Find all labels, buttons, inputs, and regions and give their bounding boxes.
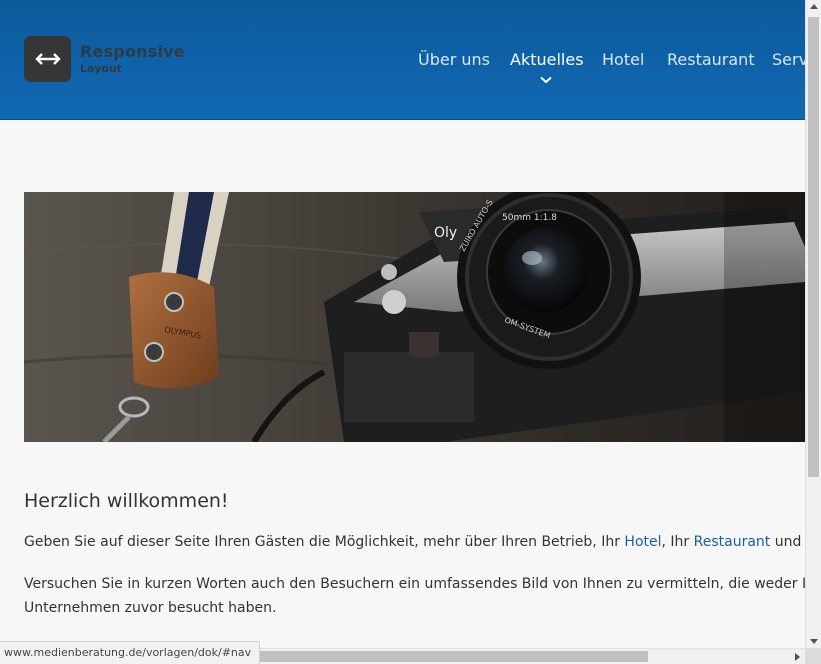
main-content: Herzlich willkommen! Geben Sie auf diese… [24,490,805,616]
svg-text:50mm 1:1.8: 50mm 1:1.8 [502,213,557,223]
scroll-down-arrow-icon[interactable] [810,639,818,644]
status-bar-url: www.medienberatung.de/vorlagen/dok/#nav [0,641,261,664]
restaurant-link[interactable]: Restaurant [694,534,771,550]
page-viewport: Responsive Layout Über uns Aktuelles Hot… [0,0,805,648]
intro-text-3: und Ihren [774,534,805,550]
vertical-scrollbar[interactable] [805,0,821,648]
nav-item-service[interactable]: Serv [772,50,805,69]
chevron-down-icon [540,76,552,84]
page-heading: Herzlich willkommen! [24,490,229,512]
scroll-right-arrow-icon[interactable] [795,653,800,661]
logo-title: Responsive [80,42,185,61]
site-logo[interactable]: Responsive Layout [24,36,185,82]
intro-text-2: , Ihr [661,534,694,550]
vertical-scroll-thumb[interactable] [808,17,819,477]
nav-item-aktuelles[interactable]: Aktuelles [510,50,584,84]
second-paragraph-line-1: Versuchen Sie in kurzen Worten auch den … [24,576,805,592]
nav-item-label: Aktuelles [510,50,584,69]
hotel-link[interactable]: Hotel [624,534,661,550]
second-paragraph-line-2: Unternehmen zuvor besucht haben. [24,600,277,616]
nav-item-restaurant[interactable]: Restaurant [667,50,755,69]
intro-text-1: Geben Sie auf dieser Seite Ihren Gästen … [24,534,625,550]
scrollbar-corner [805,648,821,664]
double-arrow-icon [24,36,71,82]
horizontal-scroll-thumb[interactable] [200,651,648,662]
nav-item-ueber-uns[interactable]: Über uns [418,50,490,69]
svg-text:Oly: Oly [434,225,457,241]
intro-paragraph: Geben Sie auf dieser Seite Ihren Gästen … [24,534,805,550]
site-header: Responsive Layout Über uns Aktuelles Hot… [0,0,805,120]
scroll-up-arrow-icon[interactable] [810,4,818,9]
hero-image: OLYMPUS Oly 50mm 1:1.8 ZUIKO AUTO-S OM-S… [24,192,805,442]
nav-item-hotel[interactable]: Hotel [602,50,644,69]
second-paragraph: Versuchen Sie in kurzen Worten auch den … [24,572,805,620]
logo-subtitle: Layout [80,62,122,75]
